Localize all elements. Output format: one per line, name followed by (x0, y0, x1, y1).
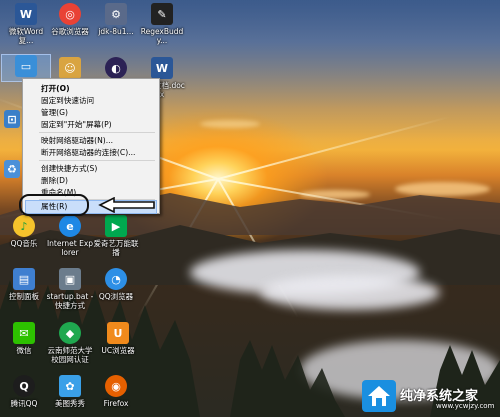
icon-label: 控制面板 (9, 292, 39, 301)
menu-separator (39, 132, 155, 133)
icon-label: Internet Explorer (46, 239, 94, 257)
desktop-icon-network[interactable]: ⊡ (2, 110, 22, 130)
network-icon: ⊡ (4, 110, 20, 128)
wechat-icon: ✉ (13, 322, 35, 344)
user-folder-icon: ☺ (59, 57, 81, 79)
icon-label: QQ音乐 (10, 239, 38, 248)
desktop-icon-regexbuddy[interactable]: ✎ RegexBuddy... (138, 3, 186, 45)
computer-icon: ▭ (15, 55, 37, 77)
menu-item-pin-quick-access[interactable]: 固定到快速访问 (41, 95, 94, 106)
menu-item-disconnect-drive[interactable]: 断开网络驱动器的连接(C)... (41, 147, 135, 158)
desktop-icon-control-panel[interactable]: ▤ 控制面板 (0, 268, 48, 301)
menu-item-map-drive[interactable]: 映射网络驱动器(N)... (41, 135, 113, 146)
app-icon: ✿ (59, 375, 81, 397)
qq-music-icon: ♪ (13, 215, 35, 237)
menu-item-manage[interactable]: 管理(G) (41, 107, 68, 118)
desktop-icon-qq-music[interactable]: ♪ QQ音乐 (0, 215, 48, 248)
menu-separator (39, 160, 155, 161)
chrome-icon: ◎ (59, 3, 81, 25)
annotation-arrow (98, 197, 155, 213)
desktop-icon-recycle-bin[interactable]: ♻ (2, 160, 22, 180)
desktop-icon-app[interactable]: ✿ 美图秀秀 (46, 375, 94, 408)
recycle-bin-icon: ♻ (4, 160, 20, 178)
icon-label: jdk-8u1... (98, 27, 134, 36)
eclipse-icon: ◐ (105, 57, 127, 79)
menu-item-delete[interactable]: 删除(D) (41, 175, 68, 186)
desktop-icon-campus-net[interactable]: ◆ 云南师范大学校园网认证 (44, 322, 96, 364)
desktop-icon-wechat[interactable]: ✉ 微信 (0, 322, 48, 355)
icon-label: 云南师范大学校园网认证 (47, 346, 93, 364)
uc-browser-icon: U (107, 322, 129, 344)
menu-item-open[interactable]: 打开(O) (41, 83, 70, 94)
desktop-icon-startup-bat[interactable]: ▣ startup.bat - 快捷方式 (46, 268, 94, 310)
regexbuddy-icon: ✎ (151, 3, 173, 25)
icon-label: 谷歌浏览器 (51, 27, 89, 36)
desktop-icon-uc-browser[interactable]: U UC浏览器 (94, 322, 142, 355)
qq-browser-icon: ◔ (105, 268, 127, 290)
icon-label: 腾讯QQ (10, 399, 38, 408)
desktop-icon-ie[interactable]: e Internet Explorer (46, 215, 94, 257)
ie-icon: e (59, 215, 81, 237)
icon-label: 微软Word复... (8, 27, 44, 45)
qq-icon: Q (13, 375, 35, 397)
desktop-icon-iqiyi[interactable]: ▶ 爱奇艺万能联播 (92, 215, 140, 257)
cloud (200, 120, 260, 128)
iqiyi-icon: ▶ (105, 215, 127, 237)
desktop-icon-chrome[interactable]: ◎ 谷歌浏览器 (46, 3, 94, 36)
icon-label: 爱奇艺万能联播 (93, 239, 139, 257)
installer-icon: ⚙ (105, 3, 127, 25)
watermark-url: www.ycwjzy.com (436, 402, 495, 410)
campus-net-icon: ◆ (59, 322, 81, 344)
icon-label: RegexBuddy... (140, 27, 184, 45)
annotation-circle (19, 194, 89, 216)
desktop-icon-jdk[interactable]: ⚙ jdk-8u1... (92, 3, 140, 36)
bat-file-icon: ▣ (59, 268, 81, 290)
icon-label: startup.bat - 快捷方式 (46, 292, 94, 310)
control-panel-icon: ▤ (13, 268, 35, 290)
word-doc-icon: W (151, 57, 173, 79)
icon-label: Firefox (103, 399, 129, 408)
icon-label: 美图秀秀 (55, 399, 85, 408)
menu-item-create-shortcut[interactable]: 创建快捷方式(S) (41, 163, 97, 174)
desktop-icon-qq[interactable]: Q 腾讯QQ (0, 375, 48, 408)
word-icon: W (15, 3, 37, 25)
icon-label: UC浏览器 (101, 346, 135, 355)
desktop-icon-word[interactable]: W 微软Word复... (2, 3, 50, 45)
icon-label: QQ浏览器 (98, 292, 134, 301)
desktop-icon-firefox[interactable]: ◉ Firefox (92, 375, 140, 408)
desktop-icon-qq-browser[interactable]: ◔ QQ浏览器 (92, 268, 140, 301)
icon-label: 微信 (16, 346, 32, 355)
menu-item-pin-start[interactable]: 固定到"开始"屏幕(P) (41, 119, 112, 130)
firefox-icon: ◉ (105, 375, 127, 397)
